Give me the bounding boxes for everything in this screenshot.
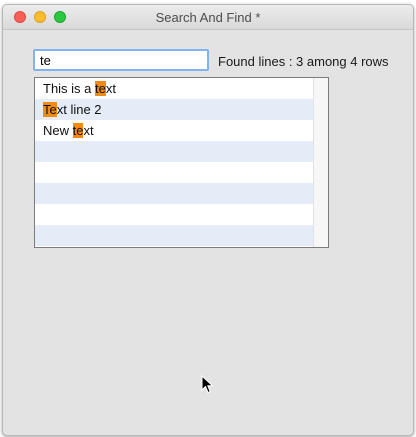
match-highlight: Te [43,102,57,117]
table-row[interactable] [35,225,313,246]
table-row[interactable]: New text [35,120,313,141]
table-row[interactable] [35,204,313,225]
results-rows: This is a text Text line 2 New text [35,78,313,246]
table-row[interactable] [35,162,313,183]
app-window: Search And Find * Found lines : 3 among … [2,4,414,436]
title-bar[interactable]: Search And Find * [3,5,413,30]
table-row[interactable]: Text line 2 [35,99,313,120]
vertical-scrollbar[interactable] [313,78,328,247]
row-text: xt [83,123,94,138]
results-table[interactable]: This is a text Text line 2 New text [34,77,329,248]
table-row[interactable]: This is a text [35,78,313,99]
row-text: xt [105,81,116,96]
table-row[interactable] [35,141,313,162]
row-text: New [43,123,73,138]
search-input[interactable] [33,49,209,71]
row-text: This is a [43,81,96,96]
match-highlight: te [72,123,84,138]
match-highlight: te [95,81,106,96]
table-row[interactable] [35,183,313,204]
row-text: xt line 2 [56,102,102,117]
window-title: Search And Find * [155,10,261,25]
found-lines-status: Found lines : 3 among 4 rows [218,54,389,69]
mouse-pointer-icon [201,375,214,394]
